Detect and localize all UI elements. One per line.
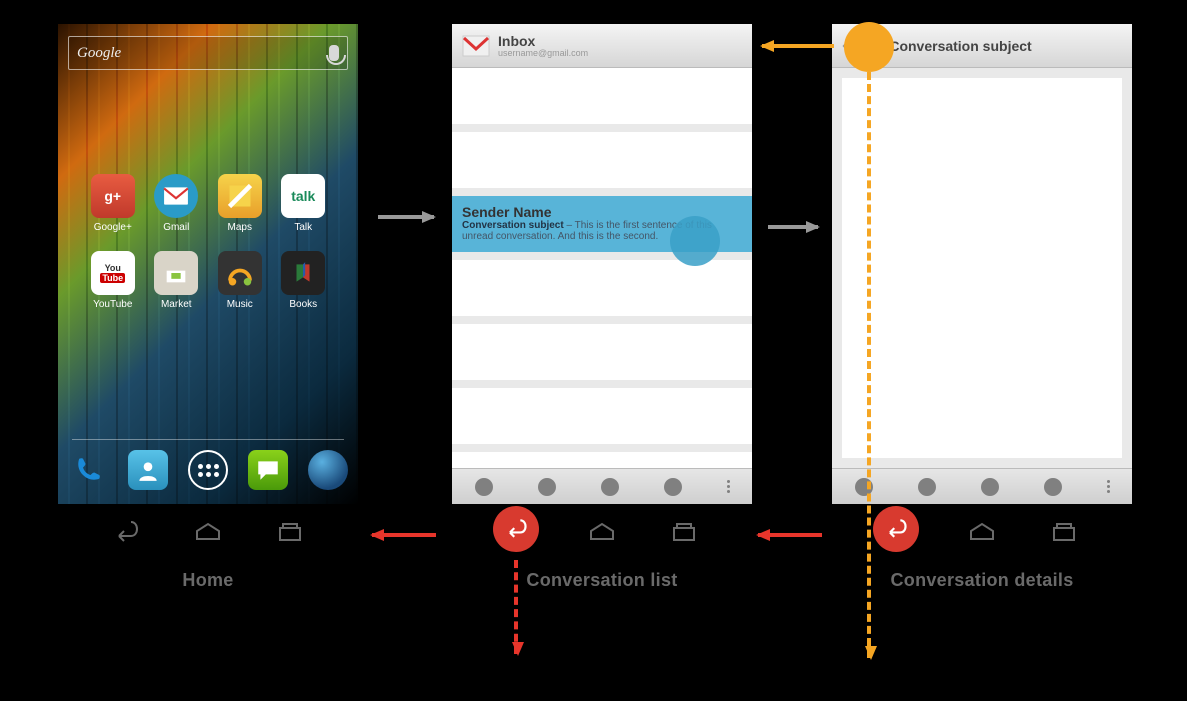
mail-row[interactable] (452, 324, 752, 380)
caption-list: Conversation list (452, 570, 752, 591)
dock (58, 446, 358, 494)
app-youtube[interactable]: You Tube YouTube (84, 251, 142, 310)
mail-row[interactable] (452, 260, 752, 316)
message-body[interactable] (842, 78, 1122, 458)
up-indicator-circle (844, 22, 894, 72)
details-screen: ‹ Conversation subject (832, 24, 1132, 504)
youtube-icon: You Tube (91, 251, 135, 295)
arrow-back-dashed-down-list (514, 560, 518, 654)
app-label: Books (275, 299, 333, 310)
app-music[interactable]: Music (211, 251, 269, 310)
dock-browser[interactable] (308, 450, 348, 490)
nav-back-icon (883, 519, 909, 539)
dock-contacts[interactable] (128, 450, 168, 490)
nav-recents[interactable] (275, 521, 305, 543)
app-books[interactable]: Books (275, 251, 333, 310)
caption-home: Home (58, 570, 358, 591)
arrow-up-dashed-down-details (867, 72, 871, 658)
home-screen: Google g+ Google+ Gmail Maps (58, 24, 358, 504)
dock-divider (72, 439, 344, 440)
app-label: Maps (211, 222, 269, 233)
action-overflow[interactable] (1107, 480, 1110, 493)
action-overflow[interactable] (727, 480, 730, 493)
app-label: Talk (275, 222, 333, 233)
action-item[interactable] (1044, 478, 1062, 496)
dock-phone[interactable] (68, 450, 108, 490)
talk-icon: talk (281, 174, 325, 218)
app-label: Market (148, 299, 206, 310)
action-item[interactable] (664, 478, 682, 496)
app-label: Gmail (148, 222, 206, 233)
music-icon (218, 251, 262, 295)
search-placeholder: Google (77, 45, 121, 62)
caption-details: Conversation details (832, 570, 1132, 591)
nav-home[interactable] (967, 521, 997, 543)
app-google-plus[interactable]: g+ Google+ (84, 174, 142, 233)
market-icon (154, 251, 198, 295)
app-grid: g+ Google+ Gmail Maps talk Talk (84, 174, 332, 310)
maps-icon (218, 174, 262, 218)
nav-home[interactable] (587, 521, 617, 543)
google-plus-icon: g+ (91, 174, 135, 218)
arrow-back-list-to-home (372, 533, 436, 537)
nav-back[interactable] (111, 521, 141, 543)
arrow-forward-list-to-details (768, 225, 818, 229)
column-home: Google g+ Google+ Gmail Maps (58, 24, 358, 591)
nav-recents[interactable] (1049, 521, 1079, 543)
app-maps[interactable]: Maps (211, 174, 269, 233)
inbox-account: username@gmail.com (498, 48, 588, 58)
action-item[interactable] (538, 478, 556, 496)
app-label: Google+ (84, 222, 142, 233)
system-nav-bar (452, 512, 752, 552)
nav-recents[interactable] (669, 521, 699, 543)
gmail-icon (154, 174, 198, 218)
dock-all-apps[interactable] (188, 450, 228, 490)
books-icon (281, 251, 325, 295)
mail-row[interactable] (452, 68, 752, 124)
arrow-forward-home-to-list (378, 215, 434, 219)
back-highlight-circle (493, 506, 539, 552)
search-bar[interactable]: Google (68, 36, 348, 70)
column-conversation-list: Inbox username@gmail.com Sender Name Con… (452, 24, 752, 591)
action-item[interactable] (475, 478, 493, 496)
app-label: Music (211, 299, 269, 310)
details-title: Conversation subject (889, 39, 1031, 53)
arrow-up-nav (762, 44, 834, 48)
app-gmail[interactable]: Gmail (148, 174, 206, 233)
mail-list[interactable]: Sender Name Conversation subject – This … (452, 68, 752, 468)
action-item[interactable] (601, 478, 619, 496)
inbox-screen: Inbox username@gmail.com Sender Name Con… (452, 24, 752, 504)
system-nav-bar (58, 512, 358, 552)
inbox-header[interactable]: Inbox username@gmail.com (452, 24, 752, 68)
app-talk[interactable]: talk Talk (275, 174, 333, 233)
back-highlight-circle (873, 506, 919, 552)
action-item[interactable] (981, 478, 999, 496)
nav-back-icon (503, 519, 529, 539)
system-nav-bar (832, 512, 1132, 552)
mail-row[interactable] (452, 388, 752, 444)
action-bar (832, 468, 1132, 504)
app-market[interactable]: Market (148, 251, 206, 310)
nav-home[interactable] (193, 521, 223, 543)
touch-indicator (670, 216, 720, 266)
inbox-title: Inbox (498, 34, 588, 48)
mic-icon[interactable] (329, 45, 339, 61)
arrow-back-details-to-list (758, 533, 822, 537)
mail-row[interactable] (452, 132, 752, 188)
action-item[interactable] (918, 478, 936, 496)
gmail-app-icon (462, 35, 490, 57)
column-conversation-details: ‹ Conversation subject Conversation deta… (832, 24, 1132, 591)
app-label: YouTube (84, 299, 142, 310)
dock-messaging[interactable] (248, 450, 288, 490)
action-bar (452, 468, 752, 504)
